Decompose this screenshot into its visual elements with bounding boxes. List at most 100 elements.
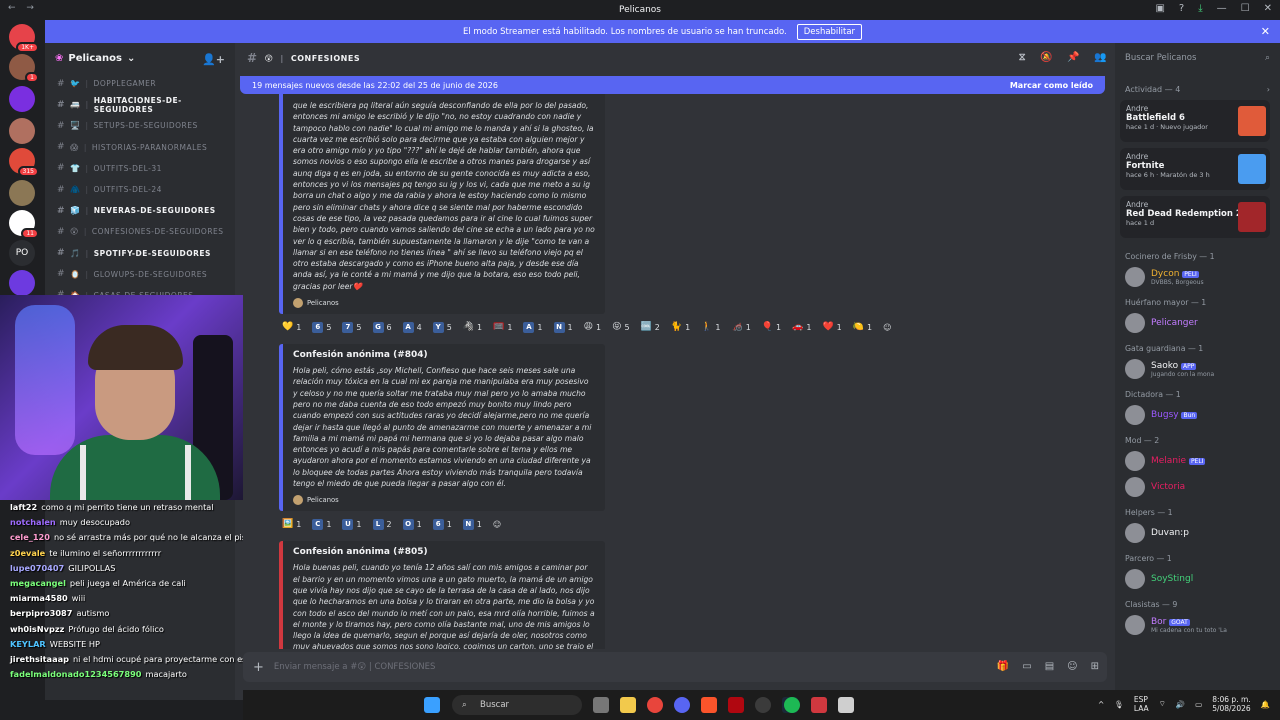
reaction[interactable]: C1 bbox=[309, 517, 334, 531]
close-icon[interactable]: ✕ bbox=[1261, 25, 1270, 38]
reaction[interactable]: 😝 5 bbox=[609, 320, 632, 334]
add-reaction-icon[interactable]: ☺ bbox=[880, 320, 894, 334]
channel-item[interactable]: # 🪞 | GLOWUPS-DE-SEGUIDORES bbox=[45, 264, 235, 285]
reaction[interactable]: L2 bbox=[370, 517, 395, 531]
pin-icon[interactable]: 📌 bbox=[1067, 52, 1080, 63]
reaction[interactable]: 💛 1 bbox=[279, 320, 304, 334]
server-icon[interactable]: 1 bbox=[9, 54, 39, 83]
disable-streamer-button[interactable]: Deshabilitar bbox=[796, 23, 863, 40]
reaction[interactable]: 😩 1 bbox=[581, 320, 604, 334]
reaction[interactable]: 75 bbox=[339, 320, 364, 334]
server-icon[interactable] bbox=[9, 180, 35, 206]
reaction[interactable]: A4 bbox=[400, 320, 425, 334]
volume-icon[interactable]: 🔊 bbox=[1176, 700, 1185, 709]
server-icon[interactable] bbox=[9, 270, 35, 296]
discord-icon[interactable] bbox=[674, 697, 690, 713]
explorer-icon[interactable] bbox=[620, 697, 636, 713]
channel-item[interactable]: # 👕 | OUTFITS-DEL-31 bbox=[45, 158, 235, 179]
emoji-icon[interactable]: ☺ bbox=[1067, 661, 1077, 672]
server-icon[interactable]: PO bbox=[9, 240, 35, 266]
reaction[interactable]: 🦽 1 bbox=[729, 320, 754, 334]
new-messages-bar[interactable]: 19 mensajes nuevos desde las 22:02 del 2… bbox=[240, 76, 1105, 94]
activity-card[interactable]: Andre Red Dead Redemption 2 hace 1 d bbox=[1120, 196, 1270, 238]
member-item[interactable]: SoyStingl bbox=[1115, 566, 1280, 592]
channel-item[interactable]: # 🖥️ | SETUPS-DE-SEGUIDORES bbox=[45, 115, 235, 136]
reaction[interactable]: 🚗 1 bbox=[789, 320, 814, 334]
channel-item[interactable]: # 🧊 | NEVERAS-DE-SEGUIDORES bbox=[45, 200, 235, 221]
reaction[interactable]: 🆒 2 bbox=[638, 320, 663, 334]
reaction[interactable]: N1 bbox=[551, 320, 576, 334]
channel-item[interactable]: # 🧥 | OUTFITS-DEL-24 bbox=[45, 179, 235, 200]
help-icon[interactable]: ? bbox=[1179, 3, 1184, 14]
guild-header[interactable]: ❀ Pelicanos ⌄ 👤+ bbox=[45, 43, 235, 73]
clock[interactable]: 8:06 p. m. 5/08/2026 bbox=[1212, 695, 1250, 713]
member-search[interactable]: Buscar Pelicanos ⌕ bbox=[1115, 43, 1280, 73]
server-icon[interactable]: 315 bbox=[9, 148, 39, 177]
composer-input[interactable]: Enviar mensaje a #😲 | CONFESIONES bbox=[274, 662, 436, 672]
taskbar-search[interactable]: ⌕ Buscar bbox=[452, 695, 582, 715]
channel-item[interactable]: # 🐦 | DOPPLEGAMER bbox=[45, 73, 235, 94]
netflix-icon[interactable] bbox=[728, 697, 744, 713]
inbox-icon[interactable]: ▣ bbox=[1155, 3, 1164, 14]
app-icon[interactable] bbox=[811, 697, 827, 713]
reaction[interactable]: 🐈 1 bbox=[668, 320, 693, 334]
reaction[interactable]: O1 bbox=[400, 517, 425, 531]
mark-read-button[interactable]: Marcar como leído bbox=[1010, 81, 1093, 90]
reaction[interactable]: ❤️ 1 bbox=[819, 320, 844, 334]
gif-icon[interactable]: ▭ bbox=[1022, 661, 1031, 672]
nav-arrows[interactable]: ← → bbox=[8, 3, 38, 13]
add-reaction-icon[interactable]: ☺ bbox=[490, 517, 504, 531]
add-attachment-icon[interactable]: + bbox=[253, 660, 264, 675]
reaction[interactable]: G6 bbox=[370, 320, 395, 334]
channel-item[interactable]: # 😲 | CONFESIONES-DE-SEGUIDORES bbox=[45, 221, 235, 242]
reaction[interactable]: 🥅 1 bbox=[490, 320, 515, 334]
member-item[interactable]: Pelicanger bbox=[1115, 310, 1280, 336]
member-item[interactable]: Saoko APP Jugando con la mona bbox=[1115, 356, 1280, 382]
reaction[interactable]: 🦓 1 bbox=[460, 320, 485, 334]
member-item[interactable]: Bugsy Bun bbox=[1115, 402, 1280, 428]
member-item[interactable]: Victoria bbox=[1115, 474, 1280, 500]
member-item[interactable]: Melanie PELI bbox=[1115, 448, 1280, 474]
mute-icon[interactable]: 🔕 bbox=[1040, 52, 1053, 63]
add-member-icon[interactable]: 👤+ bbox=[202, 53, 225, 66]
minimize-button[interactable]: — bbox=[1217, 3, 1227, 14]
reaction[interactable]: N1 bbox=[460, 517, 485, 531]
app-icon[interactable] bbox=[838, 697, 854, 713]
apps-icon[interactable]: ⊞ bbox=[1091, 661, 1099, 672]
reaction[interactable]: Y5 bbox=[430, 320, 455, 334]
wifi-icon[interactable]: ⌔ bbox=[1159, 699, 1166, 709]
notification-icon[interactable]: 🔔 bbox=[1261, 700, 1270, 709]
server-icon[interactable]: 1K+ bbox=[9, 24, 39, 53]
spotify-icon[interactable] bbox=[784, 697, 800, 713]
members-icon[interactable]: 👥 bbox=[1094, 52, 1107, 63]
battery-icon[interactable]: ▭ bbox=[1195, 700, 1202, 709]
activity-card[interactable]: Andre Fortnite hace 6 h · Maratón de 3 h bbox=[1120, 148, 1270, 190]
message-composer[interactable]: + Enviar mensaje a #😲 | CONFESIONES 🎁 ▭ … bbox=[243, 652, 1107, 682]
reaction[interactable]: 🚶 1 bbox=[698, 320, 723, 334]
task-view-icon[interactable] bbox=[593, 697, 609, 713]
server-icon[interactable]: 11 bbox=[9, 210, 39, 239]
reaction[interactable]: 🎈 1 bbox=[759, 320, 784, 334]
sticker-icon[interactable]: ▤ bbox=[1045, 661, 1054, 672]
server-icon[interactable] bbox=[9, 86, 35, 112]
reaction[interactable]: U1 bbox=[339, 517, 364, 531]
download-icon[interactable]: ⤓ bbox=[1198, 3, 1202, 14]
reaction[interactable]: 65 bbox=[309, 320, 334, 334]
threads-icon[interactable]: ⧖ bbox=[1019, 52, 1027, 63]
maximize-button[interactable]: ☐ bbox=[1241, 3, 1250, 14]
obs-icon[interactable] bbox=[755, 697, 771, 713]
reaction[interactable]: A1 bbox=[520, 320, 545, 334]
reaction[interactable]: 61 bbox=[430, 517, 455, 531]
chrome-icon[interactable] bbox=[647, 697, 663, 713]
channel-item[interactable]: # 🚐 | HABITACIONES-DE-SEGUIDORES bbox=[45, 94, 235, 115]
channel-item[interactable]: # 😱 | HISTORIAS-PARANORMALES bbox=[45, 137, 235, 158]
chevron-up-icon[interactable]: ^ bbox=[1098, 700, 1104, 709]
close-window-button[interactable]: ✕ bbox=[1264, 3, 1272, 14]
member-item[interactable]: Dycon PELI DVBBS, Borgeous bbox=[1115, 264, 1280, 290]
member-item[interactable]: Bor GOAT Mi cadena con tu toto 'La bbox=[1115, 612, 1280, 638]
reaction[interactable]: 🖼️ 1 bbox=[279, 517, 304, 531]
member-item[interactable]: Duvan:p bbox=[1115, 520, 1280, 546]
gift-icon[interactable]: 🎁 bbox=[997, 661, 1009, 672]
start-icon[interactable] bbox=[424, 697, 440, 713]
mic-icon[interactable]: 🎙 bbox=[1114, 700, 1124, 709]
